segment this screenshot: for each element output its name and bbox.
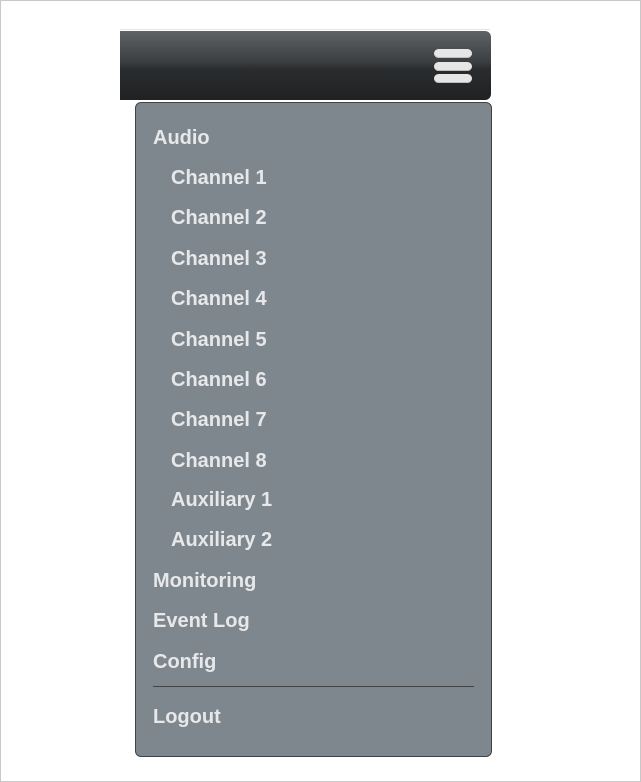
top-navbar: [120, 31, 491, 100]
menu-item-channel-5[interactable]: Channel 5: [171, 328, 267, 352]
menu-item-channel-1[interactable]: Channel 1: [171, 166, 267, 190]
menu-item-channel-7[interactable]: Channel 7: [171, 408, 267, 432]
menu-item-logout[interactable]: Logout: [153, 705, 221, 729]
dropdown-menu: Audio Channel 1 Channel 2 Channel 3 Chan…: [135, 102, 492, 757]
menu-item-auxiliary-1[interactable]: Auxiliary 1: [171, 488, 272, 512]
menu-item-channel-2[interactable]: Channel 2: [171, 206, 267, 230]
menu-item-config[interactable]: Config: [153, 650, 216, 674]
top-divider: [120, 29, 490, 30]
hamburger-menu-icon[interactable]: [434, 49, 472, 83]
hamburger-bar: [434, 49, 472, 58]
menu-divider: [153, 686, 474, 687]
menu-item-channel-3[interactable]: Channel 3: [171, 247, 267, 271]
menu-item-event-log[interactable]: Event Log: [153, 609, 250, 633]
menu-item-audio[interactable]: Audio: [153, 126, 210, 150]
menu-item-auxiliary-2[interactable]: Auxiliary 2: [171, 528, 272, 552]
menu-item-channel-4[interactable]: Channel 4: [171, 287, 267, 311]
hamburger-bar: [434, 61, 472, 71]
menu-item-channel-6[interactable]: Channel 6: [171, 368, 267, 392]
hamburger-bar: [434, 74, 472, 83]
menu-item-channel-8[interactable]: Channel 8: [171, 449, 267, 473]
menu-item-monitoring[interactable]: Monitoring: [153, 569, 256, 593]
